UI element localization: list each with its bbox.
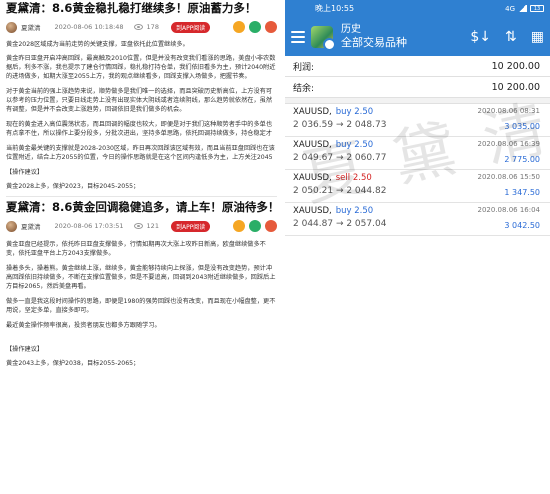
article-paragraph: 当前黄金最关键的支撑就是2028-2030区域，昨日再次回踩该区域有效，而且当前… — [6, 145, 275, 161]
summary-profit: 利润: 10 200.00 — [285, 56, 550, 77]
avatar[interactable] — [6, 21, 17, 33]
suggestion-label: 【操作建议】 — [6, 169, 44, 176]
wechat-share-icon[interactable] — [249, 220, 261, 232]
author-name[interactable]: 夏黛清 — [21, 22, 41, 32]
article-paragraph: 黄金亚盘已经提示，依托昨日亚盘支撑做多，行情如期再次大涨上攻昨日新高，欧盘继续做… — [6, 241, 266, 257]
article-paragraph: 黄金昨日亚盘开启冲高回踩，最高触及2010位置，但是并没有改变我们看涨的思路，美… — [6, 55, 276, 80]
weibo-share-icon[interactable] — [233, 21, 245, 33]
network-label: 4G — [505, 4, 515, 13]
app-title: 历史 — [341, 23, 361, 35]
article-title[interactable]: 夏黛清：8.6黄金回调稳健追多，请上车！原油待多！ — [6, 199, 279, 215]
moments-share-icon[interactable] — [265, 21, 277, 33]
article-paragraph: 做多一直是我这段时间操作的思路，即便是1980的强势回踩也没有改变，而且现在小幅… — [6, 298, 276, 314]
article-meta: 夏黛清 2020-08-06 17:03:51 121 到APP阅读 — [6, 215, 277, 237]
trade-profit: 3 042.50 — [504, 221, 540, 230]
app-logo-icon — [311, 25, 336, 51]
battery-icon: 13 — [530, 5, 544, 12]
status-bar: 晚上10:55 4G 13 — [285, 0, 550, 17]
article-divider — [6, 196, 277, 197]
author-name[interactable]: 夏黛清 — [21, 221, 41, 231]
eye-icon — [133, 223, 143, 229]
article-paragraph: 黄金2028区域成为当前走势的关键支撑，亚盘依托此位置继续多。 — [6, 41, 189, 48]
summary-value: 10 200.00 — [491, 60, 540, 72]
moments-share-icon[interactable] — [265, 220, 277, 232]
trade-symbol: XAUUSD, — [293, 107, 332, 117]
share-icons — [233, 220, 277, 232]
trade-prices: 2 044.87 → 2 057.04 — [293, 219, 387, 229]
suggestion-text: 黄金2043上多，保护2038，目标2055-2065； — [6, 360, 140, 367]
view-count: 121 — [146, 222, 159, 230]
app-titles: 历史 全部交易品种 — [341, 24, 407, 50]
weibo-share-icon[interactable] — [233, 220, 245, 232]
share-icons — [233, 21, 277, 33]
article-meta: 夏黛清 2020-08-06 10:18:48 178 到APP阅读 — [6, 16, 277, 38]
trade-profit: 1 347.50 — [504, 188, 540, 197]
calendar-icon[interactable]: ▦ — [531, 29, 544, 45]
signal-icon — [518, 5, 527, 12]
publish-time: 2020-08-06 10:18:48 — [54, 23, 124, 31]
status-icons: 4G 13 — [505, 5, 544, 13]
trade-date: 2020.08.06 16:04 — [477, 206, 540, 214]
suggestion-label: 【操作建议】 — [6, 346, 44, 353]
publish-time: 2020-08-06 17:03:51 — [54, 222, 124, 230]
menu-icon[interactable] — [291, 30, 305, 43]
wechat-share-icon[interactable] — [249, 21, 261, 33]
open-in-app-button[interactable]: 到APP阅读 — [170, 21, 211, 33]
view-count: 178 — [146, 23, 159, 31]
avatar[interactable] — [6, 220, 17, 232]
summary-label: 结余: — [293, 83, 315, 94]
sort-icon[interactable]: ⇅ — [505, 29, 517, 45]
article-paragraph: 对于黄金当前的强上涨趋势来说，顺势做多是我们唯一的选择，而且突破历史新高位，上方… — [6, 88, 273, 113]
eye-icon — [133, 24, 143, 30]
app-subtitle[interactable]: 全部交易品种 — [341, 36, 407, 50]
status-time: 晚上10:55 — [315, 4, 355, 13]
article-title[interactable]: 夏黛清：8.6黄金稳扎稳打继续多！原油蓄力多！ — [6, 0, 277, 16]
suggestion-text: 黄金2028上多，保护2023，目标2045-2055； — [6, 183, 140, 190]
article-panel: 夏黛清：8.6黄金稳扎稳打继续多！原油蓄力多！ 夏黛清 2020-08-06 1… — [0, 0, 283, 494]
article-paragraph: 最近黄金操作频率很高，投资者朋友也都多方跟随学习。 — [6, 322, 161, 329]
currency-filter-icon[interactable]: $↓ — [470, 29, 491, 45]
app-bar-actions: $↓ ⇅ ▦ — [470, 29, 544, 45]
open-in-app-button[interactable]: 到APP阅读 — [170, 220, 211, 232]
app-bar: 历史 全部交易品种 $↓ ⇅ ▦ — [285, 17, 550, 56]
summary-label: 利润: — [293, 62, 315, 73]
article-paragraph: 现在的黄金进入高位震荡状态，而且回调的幅度也较大，即便是对于我们这种顺势者手中的… — [6, 121, 273, 137]
article-paragraph: 操着多头，操着熊。黄金继续上涨，继续多，黄金能够持续向上探涨，但是没有改变趋势，… — [6, 265, 276, 290]
